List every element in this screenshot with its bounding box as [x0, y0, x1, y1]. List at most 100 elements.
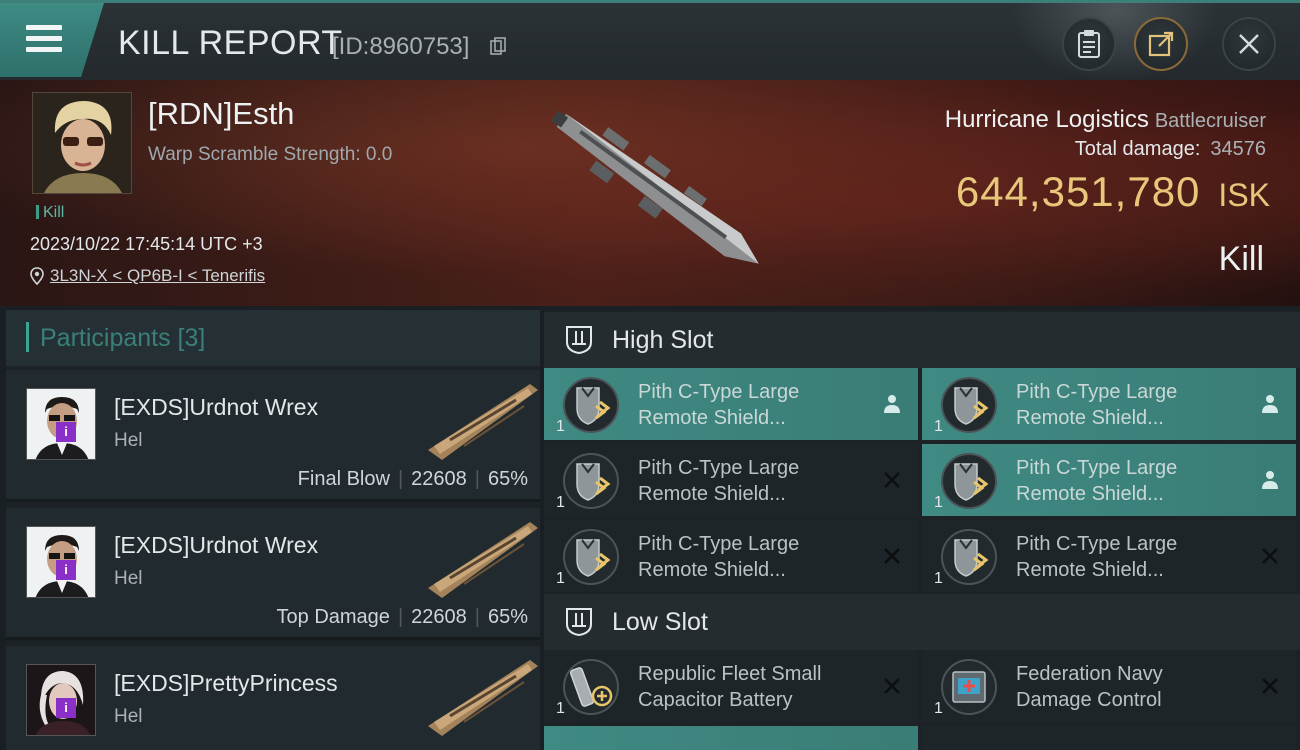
participant-row[interactable]: i [EXDS]Urdnot Wrex Hel Top Damage | 22608… — [6, 508, 540, 640]
info-badge-icon[interactable]: i — [56, 560, 76, 580]
victim-ship-image — [551, 110, 759, 264]
share-icon — [1148, 31, 1174, 57]
victim-portrait[interactable] — [32, 92, 132, 194]
high-slot-icon — [566, 326, 592, 355]
module-name-line2: Remote Shield... — [1016, 483, 1164, 505]
destroyed-x-icon — [884, 678, 900, 694]
module-quantity: 1 — [556, 418, 565, 435]
kill-location[interactable]: 3L3N-X < QP6B-I < Tenerifis — [30, 266, 265, 286]
low-slot-module[interactable]: 1 Republic Fleet Small Capacitor Battery — [544, 650, 918, 722]
module-name-line2: Remote Shield... — [638, 483, 786, 505]
participant-ship: Hel — [114, 706, 143, 727]
kill-datetime: 2023/10/22 17:45:14 UTC +3 — [30, 234, 263, 254]
location-link[interactable]: 3L3N-X < QP6B-I < Tenerifis — [50, 266, 265, 286]
remote-shield-booster-icon — [941, 529, 997, 585]
total-damage-label: Total damage: — [1074, 138, 1201, 160]
participant-role: Final Blow — [297, 468, 390, 490]
participant-stats: Final Blow | 22608 | 65% — [297, 468, 528, 490]
kill-result: Kill — [1218, 240, 1264, 278]
close-button[interactable] — [1222, 17, 1276, 71]
destroyed-x-icon — [884, 548, 900, 564]
low-slot-module-partial[interactable] — [922, 726, 1296, 750]
copy-icon[interactable] — [490, 37, 506, 55]
module-name-line1: Pith C-Type Large — [638, 457, 800, 479]
participant-ship-image — [428, 660, 538, 736]
module-quantity: 1 — [934, 418, 943, 435]
high-slot-module[interactable]: 1 Pith C-Type Large Remote Shield... — [544, 444, 918, 516]
info-badge-icon[interactable]: i — [56, 422, 76, 442]
ship-name: Hurricane Logistics — [944, 106, 1149, 133]
clipboard-button[interactable] — [1062, 17, 1116, 71]
module-name: Pith C-Type Large Remote Shield... — [638, 531, 878, 583]
ship-class: Battlecruiser — [1154, 110, 1266, 132]
module-name: Republic Fleet Small Capacitor Battery — [638, 661, 878, 713]
module-name-line1: Pith C-Type Large — [1016, 533, 1178, 555]
module-name-line1: Pith C-Type Large — [638, 381, 800, 403]
module-quantity: 1 — [556, 700, 565, 717]
high-slot-module[interactable]: 1 Pith C-Type Large Remote Shield... — [922, 368, 1296, 440]
module-name: Pith C-Type Large Remote Shield... — [1016, 455, 1256, 507]
participant-damage: 22608 — [411, 606, 467, 628]
module-quantity: 1 — [934, 570, 943, 587]
high-slot-header: High Slot — [544, 312, 1300, 368]
destroyed-x-icon — [1262, 678, 1278, 694]
share-button[interactable] — [1134, 17, 1188, 71]
participants-header: Participants [3] — [6, 310, 540, 366]
hamburger-icon[interactable] — [26, 25, 62, 53]
dropped-to-player-icon — [1262, 471, 1278, 489]
capacitor-battery-icon — [563, 659, 619, 715]
module-name-line1: Republic Fleet Small — [638, 663, 822, 685]
module-name-line1: Pith C-Type Large — [638, 533, 800, 555]
dropped-to-player-icon — [884, 395, 900, 413]
module-name-line2: Damage Control — [1016, 689, 1162, 711]
low-slot-header: Low Slot — [544, 594, 1300, 650]
header-bar: KILL REPORT [ID:8960753] — [0, 0, 1300, 83]
module-quantity: 1 — [934, 494, 943, 511]
module-name-line1: Pith C-Type Large — [1016, 381, 1178, 403]
damage-control-icon — [941, 659, 997, 715]
dropped-to-player-icon — [1262, 395, 1278, 413]
module-quantity: 1 — [934, 700, 943, 717]
pilot-portrait-image — [33, 93, 131, 193]
remote-shield-booster-icon — [563, 529, 619, 585]
participant-percent: 65% — [487, 606, 528, 628]
total-damage: Total damage: 34576 — [1075, 138, 1266, 161]
low-slot-module[interactable]: 1 Federation Navy Damage Control — [922, 650, 1296, 722]
high-slot-module[interactable]: 1 Pith C-Type Large Remote Shield... — [922, 444, 1296, 516]
module-name: Pith C-Type Large Remote Shield... — [638, 455, 878, 507]
isk-unit: ISK — [1218, 177, 1270, 213]
participants-panel: Participants [3] i [EXDS]Urdnot Wrex Hel… — [6, 310, 540, 750]
module-name-line2: Capacitor Battery — [638, 689, 793, 711]
participant-damage: 22608 — [411, 468, 467, 490]
module-name: Pith C-Type Large Remote Shield... — [1016, 379, 1256, 431]
participant-row[interactable]: i [EXDS]Urdnot Wrex Hel Final Blow | 22608… — [6, 370, 540, 502]
participants-title: Participants [3] — [40, 324, 206, 352]
participant-stats: Top Damage | 22608 | 65% — [276, 606, 528, 628]
participant-ship-image — [428, 384, 538, 460]
high-slot-module[interactable]: 1 Pith C-Type Large Remote Shield... — [922, 520, 1296, 592]
module-name-line1: Federation Navy — [1016, 663, 1163, 685]
participant-ship: Hel — [114, 568, 143, 589]
remote-shield-booster-icon — [563, 377, 619, 433]
low-slot-icon — [566, 608, 592, 637]
victim-ship-name: Hurricane Logistics Battlecruiser — [945, 106, 1266, 134]
high-slot-label: High Slot — [612, 326, 714, 354]
isk-amount: 644,351,780 — [955, 168, 1201, 215]
high-slot-module[interactable]: 1 Pith C-Type Large Remote Shield... — [544, 368, 918, 440]
destroyed-x-icon — [1262, 548, 1278, 564]
module-name-line2: Remote Shield... — [1016, 559, 1164, 581]
info-badge-icon[interactable]: i — [56, 698, 76, 718]
destroyed-x-icon — [884, 472, 900, 488]
fitting-panel: High Slot 1 Pith C-Type Large Remote Shiel… — [544, 310, 1300, 750]
victim-name: [RDN]Esth — [148, 96, 295, 131]
low-slot-module-partial[interactable] — [544, 726, 918, 750]
menu-tab[interactable] — [0, 3, 104, 77]
participant-name: [EXDS]Urdnot Wrex — [114, 394, 319, 420]
high-slot-module[interactable]: 1 Pith C-Type Large Remote Shield... — [544, 520, 918, 592]
participant-row[interactable]: i [EXDS]PrettyPrincess Hel — [6, 646, 540, 750]
participant-ship: Hel — [114, 430, 143, 451]
location-pin-icon — [30, 267, 44, 285]
participant-role: Top Damage — [276, 606, 390, 628]
module-name: Federation Navy Damage Control — [1016, 661, 1256, 713]
module-name-line2: Remote Shield... — [638, 559, 786, 581]
